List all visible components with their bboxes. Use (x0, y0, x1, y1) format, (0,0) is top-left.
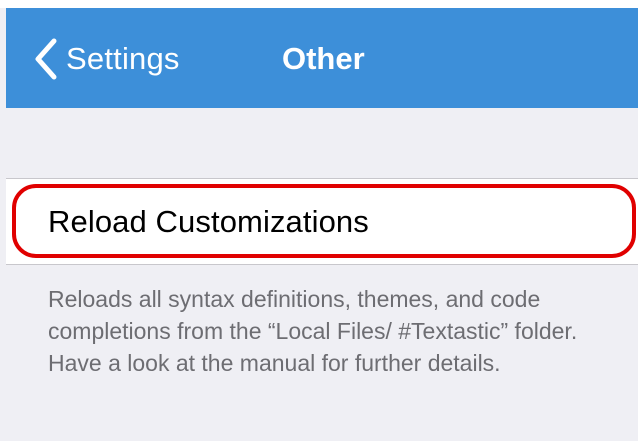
cell-bottom-separator (6, 264, 638, 265)
settings-screen: Settings Other Reload Customizations Rel… (0, 0, 638, 441)
back-button[interactable]: Settings (32, 35, 180, 83)
reload-customizations-label: Reload Customizations (48, 203, 369, 239)
chevron-left-icon (35, 38, 57, 80)
back-button-label: Settings (66, 41, 180, 76)
section-spacer (6, 108, 638, 178)
top-strip (0, 0, 638, 8)
page-title: Other (282, 41, 365, 76)
reload-customizations-cell[interactable]: Reload Customizations (6, 179, 638, 264)
section-footer-description: Reloads all syntax definitions, themes, … (48, 286, 578, 376)
navigation-bar: Settings Other (6, 8, 638, 108)
